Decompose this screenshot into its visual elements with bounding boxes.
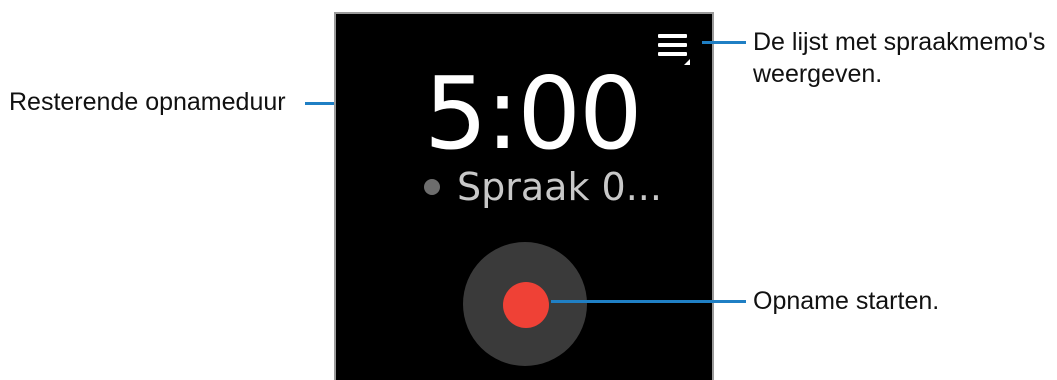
voice-memo-list-label-line2: weergeven. (753, 60, 883, 88)
voice-memo-list-pointer-line (702, 41, 746, 44)
recording-file-row: Spraak 0... (424, 162, 662, 212)
start-recording-label: Opname starten. (753, 287, 940, 315)
remaining-time-display: 5:00 (424, 55, 643, 172)
voice-memo-list-button[interactable] (656, 34, 696, 68)
voice-memo-list-label-line1: De lijst met spraakmemo's (753, 28, 1046, 56)
remaining-time-label: Resterende opnameduur (9, 88, 286, 116)
record-icon (503, 282, 549, 328)
status-dot-icon (424, 179, 440, 195)
start-recording-button[interactable] (463, 242, 587, 366)
voice-memo-screen: 5:00 Spraak 0... (334, 12, 714, 380)
start-recording-pointer-line (551, 300, 746, 303)
recording-file-name: Spraak 0... (457, 165, 662, 209)
